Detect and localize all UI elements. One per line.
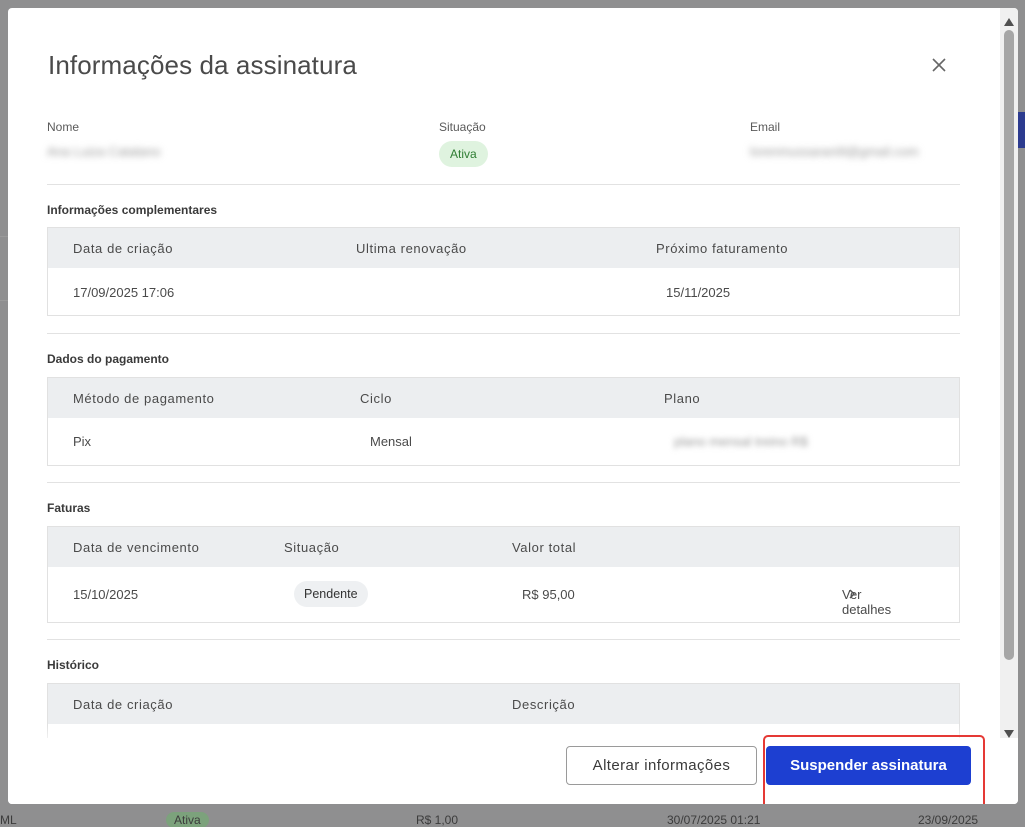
payment-table: Método de pagamento Ciclo Plano Pix Mens… <box>47 377 960 466</box>
invoice-status-badge: Pendente <box>294 581 368 607</box>
section-divider <box>47 639 960 640</box>
section-title-invoices: Faturas <box>47 501 91 515</box>
background-cell: 30/07/2025 01:21 <box>667 813 761 827</box>
table-cell: R$ 95,00 <box>522 587 575 602</box>
table-row: 17/09/2025 17:06 15/11/2025 <box>48 268 959 315</box>
modal-scrollbar[interactable] <box>1000 8 1018 738</box>
table-cell: Pix <box>73 434 92 449</box>
section-title-complementary: Informações complementares <box>47 203 218 217</box>
scroll-down-arrow-icon[interactable] <box>1003 726 1015 738</box>
column-header: Situação <box>284 540 340 555</box>
table-header: Método de pagamento Ciclo Plano <box>48 378 959 418</box>
column-header: Data de criação <box>73 241 174 256</box>
column-header: Ultima renovação <box>356 241 467 256</box>
column-header: Data de vencimento <box>73 540 200 555</box>
section-divider <box>47 333 960 334</box>
background-status-badge: Ativa <box>166 812 209 827</box>
table-header: Data de criação Ultima renovação Próximo… <box>48 228 959 268</box>
background-cell: 23/09/2025 <box>918 813 979 827</box>
email-label: Email <box>750 120 781 134</box>
table-header: Data de vencimento Situação Valor total <box>48 527 959 567</box>
background-table-row: ML Ativa R$ 1,00 30/07/2025 01:21 23/09/… <box>0 807 1025 827</box>
section-title-history: Histórico <box>47 658 100 672</box>
table-cell: 17/09/2025 17:06 <box>73 285 175 300</box>
table-row: 15/10/2025 Pendente R$ 95,00 Ver detalhe… <box>48 567 959 622</box>
invoices-table: Data de vencimento Situação Valor total … <box>47 526 960 623</box>
section-title-payment: Dados do pagamento <box>47 352 170 366</box>
column-header: Descrição <box>512 697 576 712</box>
table-cell: 15/10/2025 <box>73 587 139 602</box>
close-icon <box>932 58 946 72</box>
table-cell: 15/11/2025 <box>666 285 731 300</box>
status-label: Situação <box>439 120 486 134</box>
background-cell: ML <box>0 813 17 827</box>
subscription-info-modal: Informações da assinatura Nome Ana Luiza… <box>8 8 1018 804</box>
chevron-right-icon <box>848 587 856 602</box>
background-divider <box>0 300 8 301</box>
table-row: Pix Mensal plano mensal treino R$ <box>48 418 959 465</box>
background-cell: R$ 1,00 <box>416 813 459 827</box>
scroll-up-arrow-icon[interactable] <box>1003 14 1015 26</box>
table-cell: Mensal <box>370 434 412 449</box>
table-header: Data de criação Descrição <box>48 684 959 724</box>
edit-info-button[interactable]: Alterar informações <box>566 746 757 785</box>
table-cell: plano mensal treino R$ <box>674 434 808 449</box>
column-header: Próximo faturamento <box>656 241 789 256</box>
complementary-table: Data de criação Ultima renovação Próximo… <box>47 227 960 316</box>
name-value: Ana Luiza Catalano <box>47 144 161 159</box>
name-label: Nome <box>47 120 80 134</box>
section-divider <box>47 184 960 185</box>
column-header: Ciclo <box>360 391 392 406</box>
modal-footer: Alterar informações Suspender assinatura <box>8 735 1018 804</box>
background-divider <box>0 236 8 237</box>
column-header: Data de criação <box>73 697 174 712</box>
column-header: Método de pagamento <box>73 391 215 406</box>
highlight-annotation <box>763 735 985 804</box>
email-value: lorenmussarani9@gmail.com <box>750 144 919 159</box>
status-badge: Ativa <box>439 141 488 167</box>
background-button-fragment <box>1018 112 1025 148</box>
scrollbar-thumb[interactable] <box>1004 30 1014 660</box>
section-divider <box>47 482 960 483</box>
column-header: Valor total <box>512 540 577 555</box>
column-header: Plano <box>664 391 701 406</box>
modal-title: Informações da assinatura <box>48 50 357 80</box>
close-button[interactable] <box>928 54 950 76</box>
